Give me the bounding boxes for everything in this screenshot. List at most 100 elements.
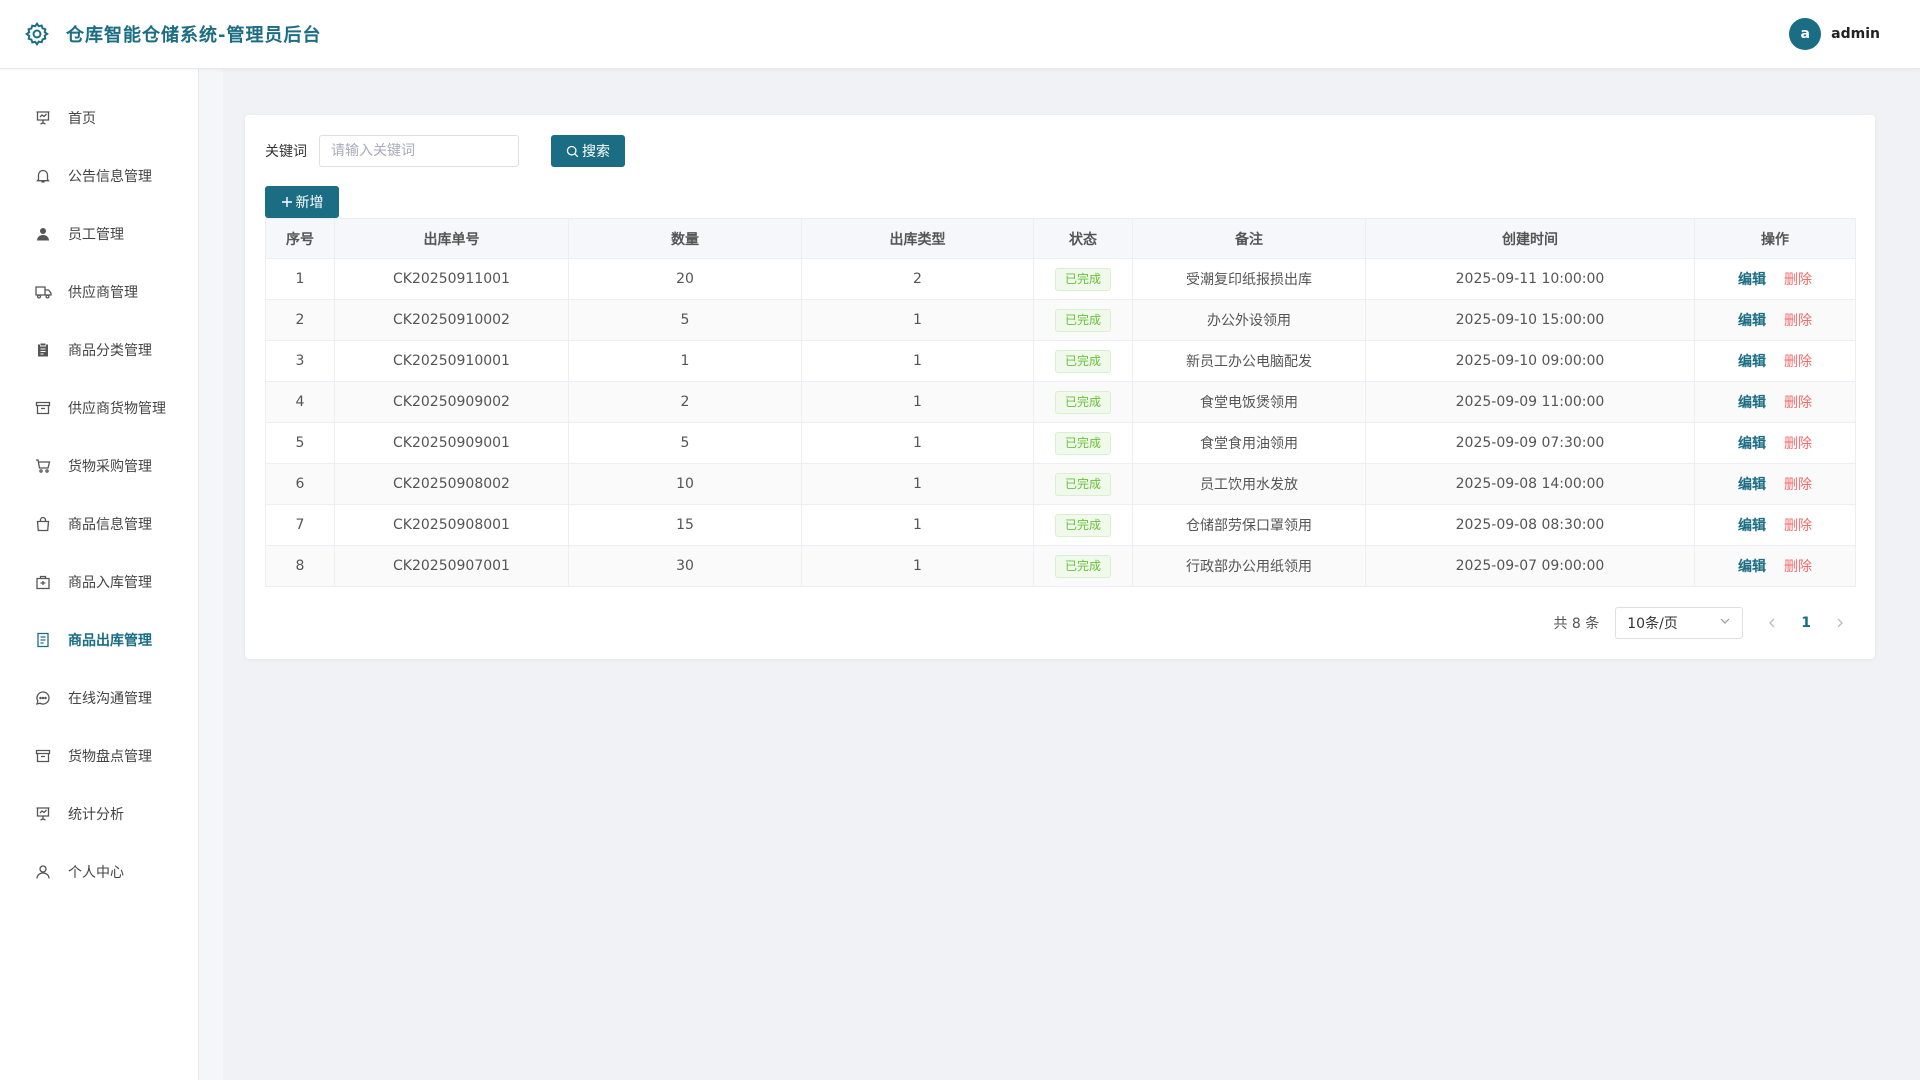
sidebar-item-3[interactable]: 供应商管理 (0, 263, 198, 321)
edit-button[interactable]: 编辑 (1738, 313, 1766, 329)
cell-index: 1 (265, 258, 335, 300)
sidebar-item-12[interactable]: 统计分析 (0, 785, 198, 843)
cell-order-no: CK20250907001 (334, 545, 569, 587)
edit-button[interactable]: 编辑 (1738, 477, 1766, 493)
column-header: 状态 (1033, 218, 1133, 259)
sidebar-item-10[interactable]: 在线沟通管理 (0, 669, 198, 727)
delete-button[interactable]: 删除 (1784, 354, 1812, 370)
search-button[interactable]: 搜索 (551, 135, 625, 167)
sidebar-item-11[interactable]: 货物盘点管理 (0, 727, 198, 785)
main-content: 关键词 搜索 新增 序号出库单号数量出库类型状态备注创建时间操作 (223, 69, 1920, 1080)
cell-type: 1 (801, 340, 1034, 382)
app-title: 仓库智能仓储系统-管理员后台 (66, 25, 322, 46)
page-number-current[interactable]: 1 (1801, 615, 1811, 631)
sidebar-item-2[interactable]: 员工管理 (0, 205, 198, 263)
add-button-label: 新增 (295, 195, 324, 211)
status-cell: 已完成 (1033, 381, 1133, 423)
column-header: 数量 (568, 218, 802, 259)
actions-cell: 编辑 删除 (1694, 463, 1856, 505)
cell-qty: 10 (568, 463, 802, 505)
status-cell: 已完成 (1033, 340, 1133, 382)
cell-created: 2025-09-08 08:30:00 (1365, 504, 1695, 546)
gear-icon (24, 20, 52, 48)
edit-button[interactable]: 编辑 (1738, 559, 1766, 575)
sidebar-item-label: 商品分类管理 (68, 343, 152, 359)
sidebar: 首页公告信息管理 员工管理 供应商管理商品分类管理供应商货物管理 货物采购管理 商品信息… (0, 69, 199, 1080)
column-header: 序号 (265, 218, 335, 259)
edit-button[interactable]: 编辑 (1738, 354, 1766, 370)
sidebar-item-label: 货物盘点管理 (68, 749, 152, 765)
cell-remark: 员工饮用水发放 (1132, 463, 1366, 505)
edit-button[interactable]: 编辑 (1738, 518, 1766, 534)
delete-button[interactable]: 删除 (1784, 395, 1812, 411)
sidebar-item-9[interactable]: 商品出库管理 (0, 611, 198, 669)
edit-button[interactable]: 编辑 (1738, 395, 1766, 411)
sidebar-item-6[interactable]: 货物采购管理 (0, 437, 198, 495)
status-badge: 已完成 (1054, 431, 1111, 455)
cell-index: 5 (265, 422, 335, 464)
sidebar-item-8[interactable]: 商品入库管理 (0, 553, 198, 611)
delete-button[interactable]: 删除 (1784, 518, 1812, 534)
cell-created: 2025-09-10 09:00:00 (1365, 340, 1695, 382)
cell-order-no: CK20250910002 (334, 299, 569, 341)
delete-button[interactable]: 删除 (1784, 477, 1812, 493)
cell-type: 1 (801, 381, 1034, 423)
cell-order-no: CK20250911001 (334, 258, 569, 300)
search-input[interactable] (319, 135, 519, 167)
cell-order-no: CK20250910001 (334, 340, 569, 382)
sidebar-item-1[interactable]: 公告信息管理 (0, 147, 198, 205)
sidebar-item-label: 商品入库管理 (68, 575, 152, 591)
sidebar-item-5[interactable]: 供应商货物管理 (0, 379, 198, 437)
avatar[interactable]: a (1789, 18, 1822, 50)
actions-cell: 编辑 删除 (1694, 258, 1856, 300)
sidebar-item-13[interactable]: 个人中心 (0, 843, 198, 901)
status-badge: 已完成 (1054, 308, 1111, 332)
delete-button[interactable]: 删除 (1784, 313, 1812, 329)
chevron-down-icon (1719, 615, 1731, 631)
prev-page-button[interactable] (1767, 618, 1777, 628)
clipboard-icon (34, 341, 52, 359)
cell-qty: 20 (568, 258, 802, 300)
sidebar-item-0[interactable]: 首页 (0, 89, 198, 147)
table-header-row: 序号 出库单号 数量 出库类型 状态 备注 创建时间 操作 (265, 218, 1856, 259)
cell-created: 2025-09-09 11:00:00 (1365, 381, 1695, 423)
cell-created: 2025-09-08 14:00:00 (1365, 463, 1695, 505)
cell-order-no: CK20250909002 (334, 381, 569, 423)
cell-remark: 食堂电饭煲领用 (1132, 381, 1366, 423)
content-card: 关键词 搜索 新增 序号出库单号数量出库类型状态备注创建时间操作 (245, 115, 1875, 659)
delete-button[interactable]: 删除 (1784, 436, 1812, 452)
table-row: 2 CK20250910002 5 1 已完成 办公外设领用 2025-09-10 15:0… (265, 299, 1856, 341)
column-header: 创建时间 (1365, 218, 1695, 259)
cell-index: 8 (265, 545, 335, 587)
cell-index: 3 (265, 340, 335, 382)
sidebar-item-7[interactable]: 商品信息管理 (0, 495, 198, 553)
user-menu[interactable]: a admin (1789, 18, 1880, 50)
sidebar-item-4[interactable]: 商品分类管理 (0, 321, 198, 379)
edit-button[interactable]: 编辑 (1738, 436, 1766, 452)
add-button[interactable]: 新增 (265, 186, 339, 218)
cell-order-no: CK20250908001 (334, 504, 569, 546)
status-cell: 已完成 (1033, 545, 1133, 587)
search-button-label: 搜索 (582, 144, 610, 160)
status-cell: 已完成 (1033, 299, 1133, 341)
cell-index: 2 (265, 299, 335, 341)
page-size-select[interactable]: 10条/页 (1615, 607, 1744, 639)
delete-button[interactable]: 删除 (1784, 559, 1812, 575)
table-row: 1 CK20250911001 20 2 已完成 受潮复印纸报损出库 2025-09-11 … (265, 258, 1856, 300)
sidebar-item-label: 首页 (68, 111, 96, 127)
cell-index: 4 (265, 381, 335, 423)
delete-button[interactable]: 删除 (1784, 272, 1812, 288)
next-page-button[interactable] (1835, 618, 1845, 628)
presentation-icon (34, 109, 52, 127)
status-badge: 已完成 (1054, 349, 1111, 373)
cell-type: 2 (801, 258, 1034, 300)
actions-cell: 编辑 删除 (1694, 545, 1856, 587)
table-row: 6 CK20250908002 10 1 已完成 员工饮用水发放 2025-09-08 14… (265, 463, 1856, 505)
actions-cell: 编辑 删除 (1694, 299, 1856, 341)
sidebar-item-label: 在线沟通管理 (68, 691, 152, 707)
username[interactable]: admin (1831, 26, 1880, 42)
edit-button[interactable]: 编辑 (1738, 272, 1766, 288)
cell-created: 2025-09-09 07:30:00 (1365, 422, 1695, 464)
column-header: 备注 (1132, 218, 1366, 259)
cell-qty: 1 (568, 340, 802, 382)
